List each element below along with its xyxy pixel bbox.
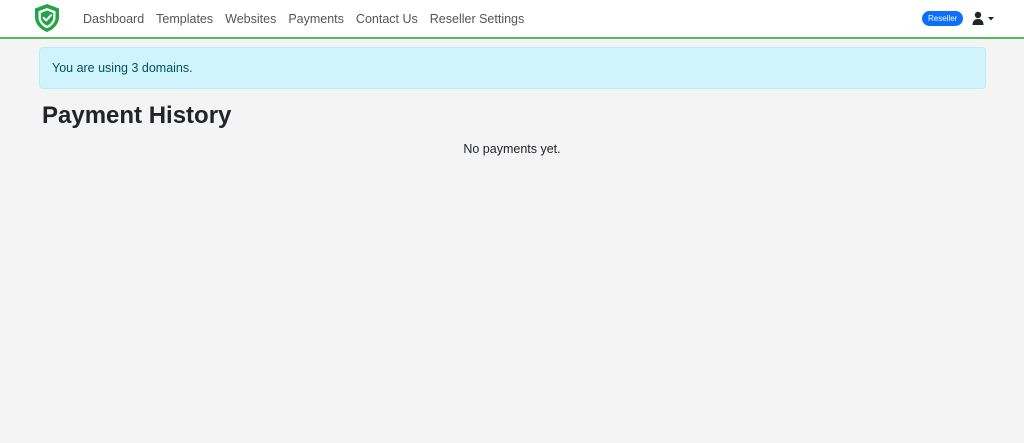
user-menu-dropdown[interactable] <box>972 11 996 27</box>
nav-link-contact-us[interactable]: Contact Us <box>356 12 418 26</box>
nav-links: Dashboard Templates Websites Payments Co… <box>83 0 536 37</box>
nav-link-templates[interactable]: Templates <box>156 12 213 26</box>
nav-link-payments[interactable]: Payments <box>288 12 344 26</box>
domains-info-alert: You are using 3 domains. <box>39 47 986 89</box>
user-icon <box>972 11 994 25</box>
top-navbar: Dashboard Templates Websites Payments Co… <box>0 0 1024 39</box>
nav-link-dashboard[interactable]: Dashboard <box>83 12 144 26</box>
empty-payments-message: No payments yet. <box>463 142 561 156</box>
page-title: Payment History <box>42 102 232 129</box>
shield-check-icon[interactable] <box>33 3 61 33</box>
nav-link-websites[interactable]: Websites <box>225 12 276 26</box>
nav-link-reseller-settings[interactable]: Reseller Settings <box>430 12 525 26</box>
reseller-badge: Reseller <box>922 11 964 26</box>
caret-down-icon <box>988 17 994 21</box>
